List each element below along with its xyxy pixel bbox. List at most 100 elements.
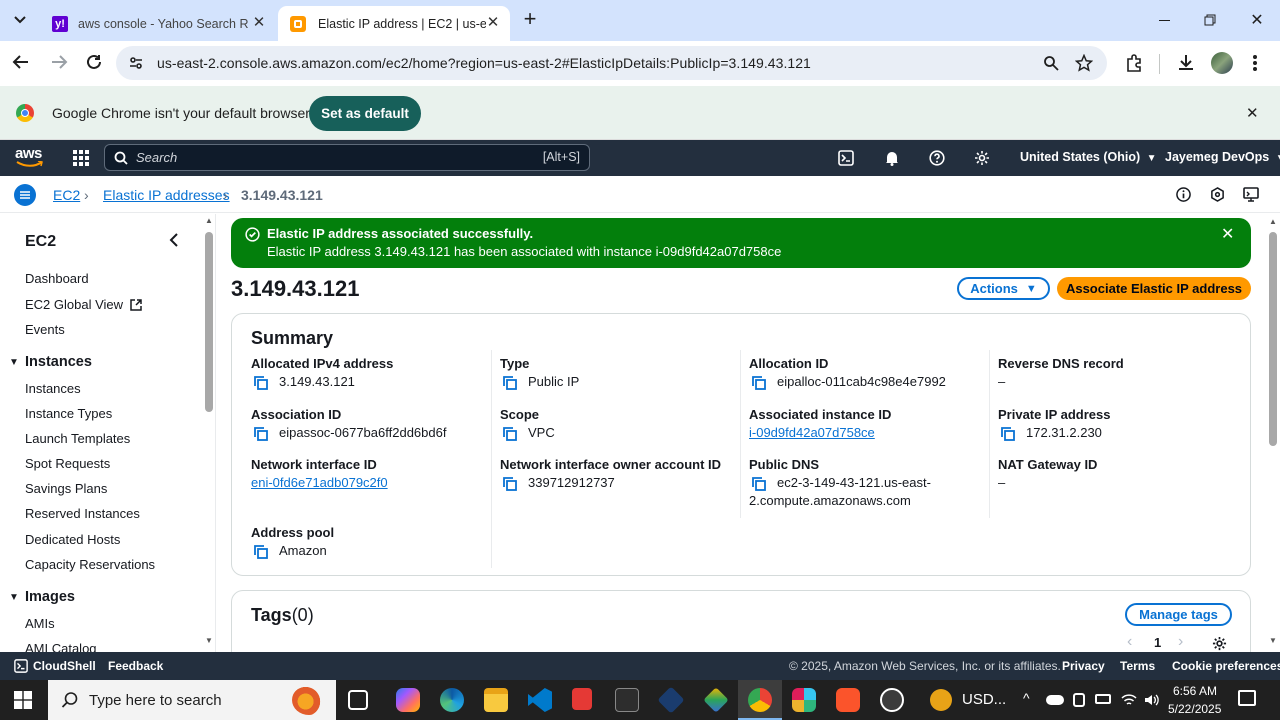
notification-center-icon[interactable] — [1238, 690, 1256, 706]
sidebar-item-amis[interactable]: AMIs — [25, 616, 55, 631]
git-icon[interactable] — [703, 687, 729, 713]
back-button[interactable] — [12, 53, 30, 71]
copy-icon[interactable] — [254, 376, 268, 390]
associated-instance-link[interactable]: i-09d9fd42a07d758ce — [749, 425, 875, 440]
terminal-app-icon[interactable] — [615, 688, 639, 712]
copy-icon[interactable] — [254, 427, 268, 441]
associate-eip-button[interactable]: Associate Elastic IP address — [1057, 277, 1251, 300]
profile-avatar[interactable] — [1211, 52, 1233, 74]
brave-icon[interactable] — [836, 688, 860, 712]
vscode-icon[interactable] — [528, 688, 552, 712]
scroll-thumb[interactable] — [205, 232, 213, 412]
services-menu-button[interactable] — [72, 149, 90, 167]
minimize-button[interactable] — [1148, 8, 1180, 32]
account-menu[interactable]: Jayemeg DevOps ▼ — [1165, 150, 1280, 164]
sidebar-item-events[interactable]: Events — [25, 322, 65, 337]
feedback-link[interactable]: Feedback — [108, 659, 163, 673]
copy-icon[interactable] — [503, 376, 517, 390]
taskbar-search-input[interactable]: Type here to search — [48, 680, 336, 720]
onedrive-icon[interactable] — [1046, 695, 1064, 705]
battery-icon[interactable] — [1095, 694, 1111, 704]
copy-icon[interactable] — [503, 477, 517, 491]
copy-icon[interactable] — [1001, 427, 1015, 441]
caret-down-icon[interactable]: ▼ — [9, 592, 19, 603]
zoom-icon[interactable] — [1043, 55, 1059, 71]
chrome-taskbar-active[interactable] — [738, 680, 782, 720]
pagination-current-page[interactable]: 1 — [1154, 635, 1161, 650]
dismiss-flash-button[interactable]: ✕ — [1221, 224, 1234, 244]
forward-button[interactable] — [50, 53, 68, 71]
region-selector[interactable]: United States (Ohio) ▼ — [1020, 150, 1157, 164]
volume-icon[interactable] — [1143, 692, 1159, 708]
close-window-button[interactable]: ✕ — [1241, 8, 1273, 32]
sidebar-item-dashboard[interactable]: Dashboard — [25, 271, 89, 286]
notifications-button[interactable] — [884, 150, 900, 166]
scroll-thumb[interactable] — [1269, 232, 1277, 446]
copy-icon[interactable] — [752, 477, 766, 491]
copy-icon[interactable] — [254, 545, 268, 559]
aws-logo[interactable]: aws — [15, 145, 45, 169]
cloudshell-nav-button[interactable] — [838, 150, 854, 166]
downloads-icon[interactable] — [1177, 53, 1195, 71]
copy-icon[interactable] — [752, 376, 766, 390]
gear-icon[interactable] — [1212, 636, 1227, 651]
address-bar[interactable]: us-east-2.console.aws.amazon.com/ec2/hom… — [116, 46, 1107, 80]
extensions-icon[interactable] — [1125, 54, 1143, 72]
chrome-menu-button[interactable] — [1252, 53, 1258, 73]
pdf-app-icon[interactable] — [572, 688, 592, 710]
copy-icon[interactable] — [503, 427, 517, 441]
actions-button[interactable]: Actions ▼ — [957, 277, 1050, 300]
main-scrollbar[interactable]: ▲ ▼ — [1266, 214, 1280, 652]
privacy-link[interactable]: Privacy — [1062, 659, 1105, 673]
edge-icon[interactable] — [440, 688, 464, 712]
start-button[interactable] — [14, 691, 32, 709]
tab-search-button[interactable] — [8, 8, 32, 32]
clock-time[interactable]: 6:56 AM — [1173, 684, 1217, 698]
sidebar-item-instance-types[interactable]: Instance Types — [25, 406, 112, 421]
show-hidden-icons[interactable]: ^ — [1023, 690, 1030, 706]
sidebar-title[interactable]: EC2 — [25, 233, 56, 251]
meet-now-icon[interactable] — [1073, 693, 1085, 707]
caret-down-icon[interactable]: ▼ — [9, 357, 19, 368]
currency-widget-label[interactable]: USD... — [962, 691, 1006, 708]
breadcrumb-elastic-ips[interactable]: Elastic IP addresses — [103, 187, 230, 203]
sidebar-section-images[interactable]: Images — [25, 589, 75, 605]
pagination-next-icon[interactable]: › — [1178, 633, 1183, 651]
wifi-icon[interactable] — [1121, 692, 1137, 708]
currency-widget-icon[interactable] — [930, 689, 952, 711]
sidebar-item-instances[interactable]: Instances — [25, 381, 81, 396]
wordpress-icon[interactable] — [880, 688, 904, 712]
info-button[interactable] — [1176, 187, 1191, 202]
terms-link[interactable]: Terms — [1120, 659, 1155, 673]
sidebar-item-capacity-reservations[interactable]: Capacity Reservations — [25, 557, 155, 572]
site-info-icon[interactable] — [128, 55, 144, 71]
display-settings-button[interactable] — [1243, 187, 1259, 202]
breadcrumb-ec2[interactable]: EC2 — [53, 187, 80, 203]
sidebar-item-launch-templates[interactable]: Launch Templates — [25, 431, 130, 446]
close-tab-icon[interactable]: ✕ — [484, 14, 502, 32]
sidebar-scrollbar[interactable]: ▲ ▼ — [203, 214, 215, 652]
sidebar-item-reserved-instances[interactable]: Reserved Instances — [25, 506, 140, 521]
pagination-prev-icon[interactable]: ‹ — [1127, 633, 1132, 651]
reload-button[interactable] — [85, 53, 103, 71]
sidebar-section-instances[interactable]: Instances — [25, 354, 92, 370]
network-interface-id-link[interactable]: eni-0fd6e71adb079c2f0 — [251, 475, 388, 490]
task-view-icon[interactable] — [348, 690, 368, 710]
sidebar-item-ami-catalog[interactable]: AMI Catalog — [25, 641, 97, 652]
tab-elastic-ip[interactable]: Elastic IP address | EC2 | us-east ✕ — [278, 6, 510, 41]
settings-button[interactable] — [974, 150, 990, 166]
set-as-default-button[interactable]: Set as default — [309, 96, 421, 131]
file-explorer-icon[interactable] — [484, 688, 508, 712]
copilot-icon[interactable] — [396, 688, 420, 712]
sidebar-item-global-view[interactable]: EC2 Global View — [25, 297, 142, 312]
feature-notifications-button[interactable] — [1210, 187, 1225, 202]
scroll-up-icon[interactable]: ▲ — [205, 216, 213, 225]
help-button[interactable] — [929, 150, 945, 166]
cloudshell-link[interactable]: CloudShell — [33, 659, 96, 673]
close-tab-icon[interactable]: ✕ — [250, 14, 268, 32]
scroll-down-icon[interactable]: ▼ — [205, 636, 213, 645]
sidebar-toggle-button[interactable] — [14, 184, 36, 206]
scroll-down-icon[interactable]: ▼ — [1269, 636, 1277, 645]
close-banner-button[interactable]: ✕ — [1246, 104, 1259, 122]
new-tab-button[interactable]: + — [518, 8, 542, 32]
